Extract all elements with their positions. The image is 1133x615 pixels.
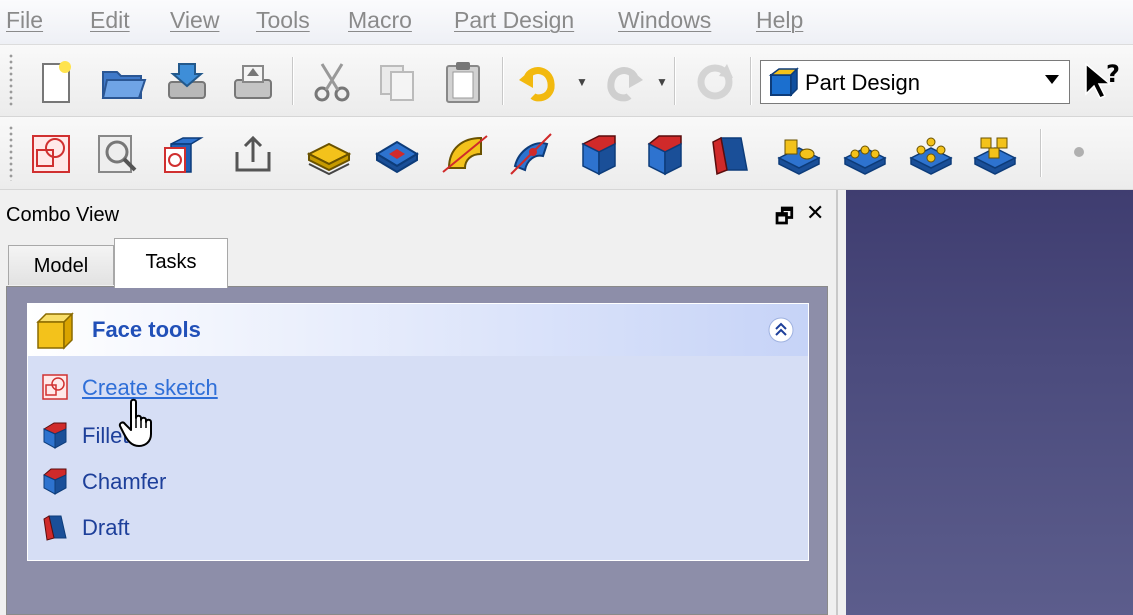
menu-macro[interactable]: Macro bbox=[348, 7, 412, 34]
pocket-icon bbox=[375, 140, 419, 174]
tab-tasks[interactable]: Tasks bbox=[114, 238, 228, 288]
redo-icon bbox=[607, 67, 643, 102]
pocket-button[interactable] bbox=[370, 127, 424, 181]
groove-button[interactable] bbox=[504, 127, 558, 181]
chamfer-icon bbox=[43, 468, 67, 495]
task-panel-title: Face tools bbox=[92, 317, 201, 342]
menu-file[interactable]: File bbox=[6, 7, 43, 34]
undo-button[interactable] bbox=[512, 55, 566, 109]
print-icon bbox=[234, 65, 272, 99]
map-sketch-button[interactable] bbox=[158, 127, 212, 181]
revolution-icon bbox=[442, 135, 488, 173]
new-document-button[interactable] bbox=[28, 55, 82, 109]
draft-icon bbox=[43, 515, 67, 541]
copy-icon bbox=[380, 65, 414, 101]
combo-view-title: Combo View bbox=[6, 204, 120, 226]
menu-windows[interactable]: Windows bbox=[618, 7, 711, 34]
hand-cursor-icon bbox=[118, 398, 152, 447]
face-tools-icon bbox=[36, 312, 74, 350]
fillet-icon bbox=[581, 135, 616, 176]
collapse-icon[interactable] bbox=[768, 317, 794, 343]
linear-pattern-icon bbox=[843, 145, 887, 175]
svg-text:?: ? bbox=[1106, 60, 1120, 88]
linear-pattern-button[interactable] bbox=[838, 127, 892, 181]
mirrored-icon bbox=[777, 139, 821, 175]
undo-icon bbox=[519, 67, 555, 102]
multitransform-button[interactable] bbox=[968, 127, 1022, 181]
menu-view[interactable]: View bbox=[170, 7, 219, 34]
toolbar-grip[interactable] bbox=[8, 125, 14, 181]
cut-button[interactable] bbox=[305, 55, 359, 109]
print-button[interactable] bbox=[226, 55, 280, 109]
workbench-label: Part Design bbox=[805, 70, 920, 95]
refresh-icon bbox=[697, 64, 733, 100]
save-button[interactable] bbox=[160, 55, 214, 109]
draft-tool-button[interactable] bbox=[704, 127, 758, 181]
whats-this-icon[interactable]: ? bbox=[1080, 58, 1126, 104]
menu-part-design[interactable]: Part Design bbox=[454, 7, 574, 34]
dot-icon bbox=[1074, 147, 1084, 157]
revolution-button[interactable] bbox=[438, 127, 492, 181]
pad-button[interactable] bbox=[302, 127, 356, 181]
tab-model[interactable]: Model bbox=[8, 245, 114, 285]
workbench-select[interactable]: Part Design bbox=[760, 60, 1070, 104]
view-sketch-button[interactable] bbox=[90, 127, 144, 181]
create-sketch-tool-button[interactable] bbox=[24, 127, 78, 181]
copy-button[interactable] bbox=[370, 55, 424, 109]
part-design-icon bbox=[768, 67, 799, 97]
fillet-icon bbox=[42, 422, 67, 449]
toolbar-grip[interactable] bbox=[8, 53, 14, 108]
pad-icon bbox=[306, 142, 352, 176]
mirrored-button[interactable] bbox=[772, 127, 826, 181]
map-sketch-icon bbox=[164, 137, 204, 173]
open-folder-icon bbox=[101, 71, 147, 99]
draft-icon bbox=[712, 136, 748, 176]
paste-icon bbox=[446, 62, 480, 103]
paste-button[interactable] bbox=[436, 55, 490, 109]
polar-pattern-icon bbox=[909, 137, 953, 175]
save-icon bbox=[168, 63, 206, 99]
leave-sketch-icon bbox=[235, 135, 271, 172]
chevron-down-icon bbox=[1045, 75, 1059, 84]
sketch-icon bbox=[42, 374, 68, 400]
task-panel-header[interactable]: Face tools bbox=[28, 304, 808, 356]
menu-bar: File Edit View Tools Macro Part Design W… bbox=[0, 0, 1133, 45]
float-window-icon[interactable]: 🗗 bbox=[775, 202, 794, 236]
leave-sketch-button[interactable] bbox=[226, 127, 280, 181]
refresh-button[interactable] bbox=[688, 55, 742, 109]
view-sketch-icon bbox=[98, 135, 137, 173]
scissors-icon bbox=[314, 63, 350, 102]
task-item-label: Chamfer bbox=[82, 469, 167, 494]
redo-dropdown-icon[interactable]: ▼ bbox=[656, 75, 668, 89]
menu-edit[interactable]: Edit bbox=[90, 7, 130, 34]
chamfer-icon bbox=[647, 135, 682, 176]
chamfer-tool-button[interactable] bbox=[638, 127, 692, 181]
sketch-icon bbox=[32, 135, 70, 173]
close-icon[interactable]: ✕ bbox=[806, 200, 824, 226]
groove-icon bbox=[510, 133, 552, 175]
fillet-tool-button[interactable] bbox=[572, 127, 626, 181]
open-button[interactable] bbox=[96, 55, 150, 109]
multitransform-icon bbox=[973, 137, 1017, 175]
file-toolbar: ▼ ▼ Part Design ? bbox=[0, 45, 1133, 117]
part-design-toolbar bbox=[0, 117, 1133, 190]
redo-button[interactable] bbox=[596, 55, 650, 109]
task-item-label: Draft bbox=[82, 515, 130, 540]
polar-pattern-button[interactable] bbox=[904, 127, 958, 181]
new-document-icon bbox=[42, 61, 71, 103]
undo-dropdown-icon[interactable]: ▼ bbox=[576, 75, 588, 89]
3d-view[interactable] bbox=[846, 190, 1133, 615]
task-area: Face tools Create sketch Fillet Chamfer … bbox=[6, 286, 828, 615]
menu-tools[interactable]: Tools bbox=[256, 7, 310, 34]
menu-help[interactable]: Help bbox=[756, 7, 803, 34]
